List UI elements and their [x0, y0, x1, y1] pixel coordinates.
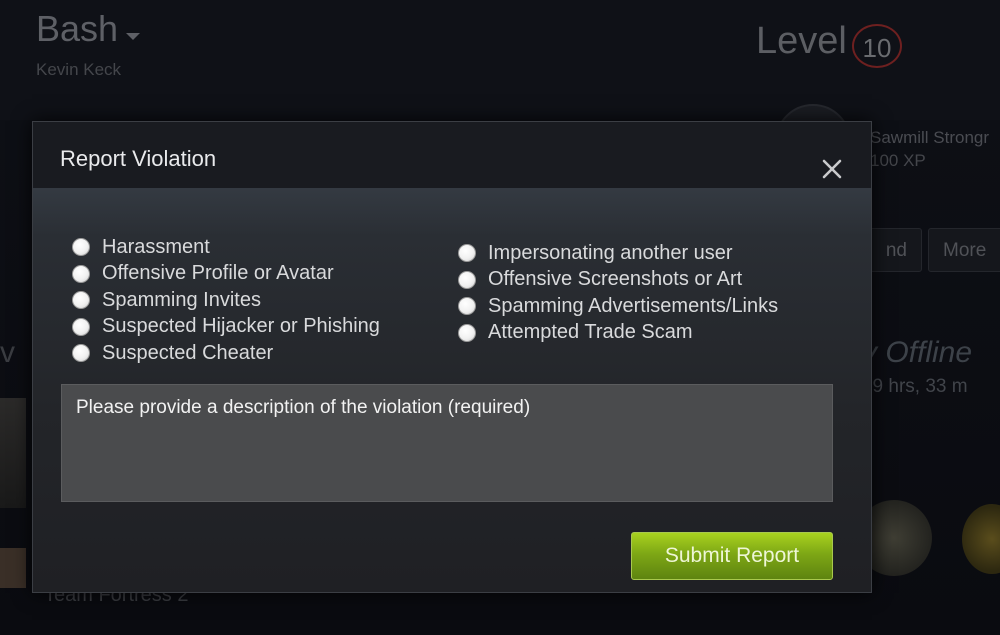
reason-option-spamming-ads[interactable]: Spamming Advertisements/Links: [458, 293, 778, 320]
reason-list-right: Impersonating another user Offensive Scr…: [458, 240, 778, 346]
level-badge: 10: [852, 24, 902, 68]
profile-page: Bash Kevin Keck Level 10 Sawmill Strongr…: [0, 0, 1000, 635]
radio-button[interactable]: [72, 317, 90, 336]
reason-option-spamming-invites[interactable]: Spamming Invites: [72, 287, 380, 314]
radio-button[interactable]: [458, 270, 476, 289]
reason-option-offensive-profile[interactable]: Offensive Profile or Avatar: [72, 261, 380, 288]
reason-option-harassment[interactable]: Harassment: [72, 234, 380, 261]
reason-option-suspected-cheater[interactable]: Suspected Cheater: [72, 340, 380, 367]
dialog-header: Report Violation: [33, 122, 871, 188]
violation-description-input[interactable]: Please provide a description of the viol…: [61, 384, 833, 502]
radio-button[interactable]: [458, 323, 476, 342]
close-button[interactable]: [817, 154, 847, 184]
reason-option-offensive-screenshots[interactable]: Offensive Screenshots or Art: [458, 267, 778, 294]
report-violation-dialog: Report Violation Harassment Offensive Pr…: [32, 121, 872, 593]
last-online-text: t 9 hrs, 33 m: [862, 376, 968, 397]
radio-button[interactable]: [72, 238, 90, 257]
recent-activity-heading: v: [0, 336, 15, 369]
submit-report-button[interactable]: Submit Report: [631, 532, 833, 580]
reason-option-impersonating[interactable]: Impersonating another user: [458, 240, 778, 267]
more-button[interactable]: More: [928, 228, 1000, 272]
badge-xp: 100 XP: [870, 151, 926, 170]
game-image-thumbnail[interactable]: [0, 548, 26, 588]
reason-option-suspected-hijacker[interactable]: Suspected Hijacker or Phishing: [72, 314, 380, 341]
reason-label: Suspected Hijacker or Phishing: [102, 315, 380, 338]
dialog-title: Report Violation: [60, 146, 217, 171]
dialog-body: Harassment Offensive Profile or Avatar S…: [33, 188, 871, 592]
radio-button[interactable]: [72, 264, 90, 283]
game-image[interactable]: [0, 398, 26, 508]
badge-name[interactable]: Sawmill Strongr: [870, 128, 989, 148]
radio-button[interactable]: [72, 291, 90, 310]
radio-button[interactable]: [72, 344, 90, 363]
reason-label: Harassment: [102, 235, 210, 258]
reason-label: Spamming Invites: [102, 288, 261, 311]
achievement-icon[interactable]: [962, 504, 1000, 574]
reason-label: Offensive Profile or Avatar: [102, 262, 334, 285]
radio-button[interactable]: [458, 244, 476, 263]
chevron-down-icon[interactable]: [126, 33, 140, 40]
reason-label: Suspected Cheater: [102, 341, 274, 364]
reason-label: Offensive Screenshots or Art: [488, 268, 743, 291]
profile-header: [0, 0, 1000, 120]
close-icon: [822, 159, 842, 179]
reason-list-left: Harassment Offensive Profile or Avatar S…: [72, 234, 380, 367]
reason-label: Spamming Advertisements/Links: [488, 294, 779, 317]
profile-persona-name[interactable]: Bash: [36, 8, 118, 50]
level-label: Level: [756, 20, 847, 62]
radio-button[interactable]: [458, 297, 476, 316]
reason-label: Attempted Trade Scam: [488, 321, 693, 344]
profile-real-name: Kevin Keck: [36, 60, 122, 79]
online-status: y Offline: [862, 336, 973, 369]
reason-option-trade-scam[interactable]: Attempted Trade Scam: [458, 320, 778, 347]
reason-label: Impersonating another user: [488, 241, 733, 264]
